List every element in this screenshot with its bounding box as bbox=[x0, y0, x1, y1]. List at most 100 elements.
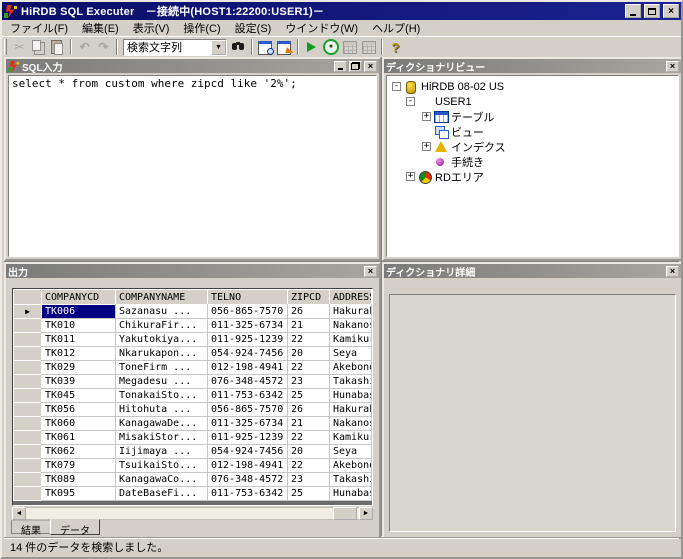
table-row[interactable]: TK011 Yakutokiya... 011-925-1239 22 Kami… bbox=[14, 333, 372, 347]
sql-close-button[interactable]: × bbox=[364, 61, 377, 72]
search-string-combobox[interactable]: 検索文字列 ▼ bbox=[123, 39, 227, 56]
cell-address[interactable]: Takashima bbox=[330, 473, 372, 487]
cell-companyname[interactable]: Sazanasu ... bbox=[116, 305, 208, 319]
search-string-value[interactable]: 検索文字列 bbox=[124, 39, 211, 55]
scroll-left-icon[interactable]: ◄ bbox=[12, 507, 26, 520]
execute-timer-icon[interactable] bbox=[321, 38, 340, 56]
output-close-button[interactable]: × bbox=[364, 266, 377, 277]
help-icon[interactable]: ? bbox=[386, 38, 405, 56]
tree-item-tables[interactable]: + テーブル bbox=[389, 109, 678, 124]
cell-telno[interactable]: 011-925-1239 bbox=[208, 333, 288, 347]
cell-zipcd[interactable]: 21 bbox=[288, 417, 330, 431]
cell-zipcd[interactable]: 20 bbox=[288, 445, 330, 459]
cell-address[interactable]: Kamikurata bbox=[330, 431, 372, 445]
cell-companycd[interactable]: TK039 bbox=[42, 375, 116, 389]
cell-companycd[interactable]: TK012 bbox=[42, 347, 116, 361]
table-row[interactable]: TK056 Hitohuta ... 056-865-7570 26 Hakur… bbox=[14, 403, 372, 417]
menu-operation[interactable]: 操作(C) bbox=[176, 19, 227, 37]
cell-companyname[interactable]: Megadesu ... bbox=[116, 375, 208, 389]
cell-companyname[interactable]: ChikuraFir... bbox=[116, 319, 208, 333]
menu-file[interactable]: ファイル(F) bbox=[3, 19, 75, 37]
sql-minimize-button[interactable] bbox=[334, 61, 347, 72]
table-row[interactable]: TK079 TsuikaiSto... 012-198-4941 22 Akeb… bbox=[14, 459, 372, 473]
row-selector[interactable] bbox=[14, 473, 42, 487]
scroll-right-icon[interactable]: ► bbox=[359, 507, 373, 520]
cell-companyname[interactable]: Iijimaya ... bbox=[116, 445, 208, 459]
data-view-icon[interactable] bbox=[359, 38, 378, 56]
tree-expander[interactable]: - bbox=[392, 82, 401, 91]
table-row[interactable]: TK095 DateBaseFi... 011-753-6342 25 Huna… bbox=[14, 487, 372, 501]
cell-telno[interactable]: 011-753-6342 bbox=[208, 487, 288, 501]
menu-settings[interactable]: 設定(S) bbox=[228, 19, 279, 37]
cell-address[interactable]: Seya bbox=[330, 445, 372, 459]
row-selector[interactable] bbox=[14, 375, 42, 389]
tab-result[interactable]: 結果 bbox=[11, 520, 51, 534]
toolbar-grip[interactable] bbox=[4, 39, 7, 55]
dictionary-detail-titlebar[interactable]: ディクショナリ詳細 × bbox=[384, 264, 681, 278]
cell-zipcd[interactable]: 25 bbox=[288, 487, 330, 501]
row-selector[interactable] bbox=[14, 403, 42, 417]
cell-telno[interactable]: 054-924-7456 bbox=[208, 445, 288, 459]
cell-companyname[interactable]: TsuikaiSto... bbox=[116, 459, 208, 473]
table-row[interactable]: TK060 KanagawaDe... 011-325-6734 21 Naka… bbox=[14, 417, 372, 431]
cell-companycd[interactable]: TK095 bbox=[42, 487, 116, 501]
execute-icon[interactable] bbox=[302, 38, 321, 56]
sql-restore-button[interactable] bbox=[349, 61, 362, 72]
tree-item-indexes[interactable]: + インデクス bbox=[389, 139, 678, 154]
copy-icon[interactable] bbox=[29, 38, 48, 56]
cell-companyname[interactable]: Nkarukapon... bbox=[116, 347, 208, 361]
tree-expander[interactable]: + bbox=[422, 142, 431, 151]
cell-zipcd[interactable]: 23 bbox=[288, 375, 330, 389]
output-titlebar[interactable]: 出力 × bbox=[6, 264, 379, 278]
cell-address[interactable]: Hakuraku bbox=[330, 305, 372, 319]
tree-expander[interactable]: + bbox=[422, 112, 431, 121]
row-selector[interactable] bbox=[14, 389, 42, 403]
row-selector[interactable] bbox=[14, 445, 42, 459]
dictionary-view-titlebar[interactable]: ディクショナリビュー × bbox=[384, 59, 681, 73]
cell-address[interactable]: Nakanoshima bbox=[330, 417, 372, 431]
cell-companycd[interactable]: TK011 bbox=[42, 333, 116, 347]
table-row[interactable]: TK039 Megadesu ... 076-348-4572 23 Takas… bbox=[14, 375, 372, 389]
paste-icon[interactable] bbox=[48, 38, 67, 56]
cell-address[interactable]: Akebono bbox=[330, 361, 372, 375]
close-button[interactable]: × bbox=[663, 4, 679, 18]
tree-item-hirdb-root[interactable]: - HiRDB 08-02 US bbox=[389, 79, 678, 94]
cell-companyname[interactable]: KanagawaDe... bbox=[116, 417, 208, 431]
cell-companycd[interactable]: TK045 bbox=[42, 389, 116, 403]
maximize-button[interactable] bbox=[644, 4, 660, 18]
table-row[interactable]: TK029 ToneFirm ... 012-198-4941 22 Akebo… bbox=[14, 361, 372, 375]
cell-telno[interactable]: 076-348-4572 bbox=[208, 473, 288, 487]
column-header[interactable]: ADDRESS bbox=[330, 290, 372, 305]
cell-companyname[interactable]: ToneFirm ... bbox=[116, 361, 208, 375]
cell-companyname[interactable]: Hitohuta ... bbox=[116, 403, 208, 417]
cell-address[interactable]: Hunabashi bbox=[330, 487, 372, 501]
cell-telno[interactable]: 012-198-4941 bbox=[208, 459, 288, 473]
row-selector[interactable] bbox=[14, 319, 42, 333]
column-header[interactable]: TELNO bbox=[208, 290, 288, 305]
table-row[interactable]: TK089 KanagawaCo... 076-348-4572 23 Taka… bbox=[14, 473, 372, 487]
detail-window-icon[interactable] bbox=[275, 38, 294, 56]
cell-companyname[interactable]: MisakiStor... bbox=[116, 431, 208, 445]
row-selector[interactable] bbox=[14, 431, 42, 445]
dictionary-detail-close-button[interactable]: × bbox=[666, 266, 679, 277]
cell-telno[interactable]: 056-865-7570 bbox=[208, 305, 288, 319]
menu-edit[interactable]: 編集(E) bbox=[75, 19, 126, 37]
cell-companycd[interactable]: TK056 bbox=[42, 403, 116, 417]
cell-companycd[interactable]: TK006 bbox=[42, 305, 116, 319]
column-header[interactable]: COMPANYNAME bbox=[116, 290, 208, 305]
cell-address[interactable]: Seya bbox=[330, 347, 372, 361]
cell-telno[interactable]: 054-924-7456 bbox=[208, 347, 288, 361]
cell-telno[interactable]: 011-325-6734 bbox=[208, 417, 288, 431]
table-row[interactable]: TK062 Iijimaya ... 054-924-7456 20 Seya bbox=[14, 445, 372, 459]
cell-address[interactable]: Nakanoshima bbox=[330, 319, 372, 333]
row-selector[interactable] bbox=[14, 417, 42, 431]
redo-icon[interactable]: ↷ bbox=[94, 38, 113, 56]
cell-zipcd[interactable]: 23 bbox=[288, 473, 330, 487]
cell-address[interactable]: Hakuraku bbox=[330, 403, 372, 417]
cell-companyname[interactable]: DateBaseFi... bbox=[116, 487, 208, 501]
tree-item-views[interactable]: ビュー bbox=[389, 124, 678, 139]
cell-zipcd[interactable]: 26 bbox=[288, 305, 330, 319]
cell-address[interactable]: Hunabashi bbox=[330, 389, 372, 403]
cell-companyname[interactable]: TonakaiSto... bbox=[116, 389, 208, 403]
cell-zipcd[interactable]: 22 bbox=[288, 459, 330, 473]
